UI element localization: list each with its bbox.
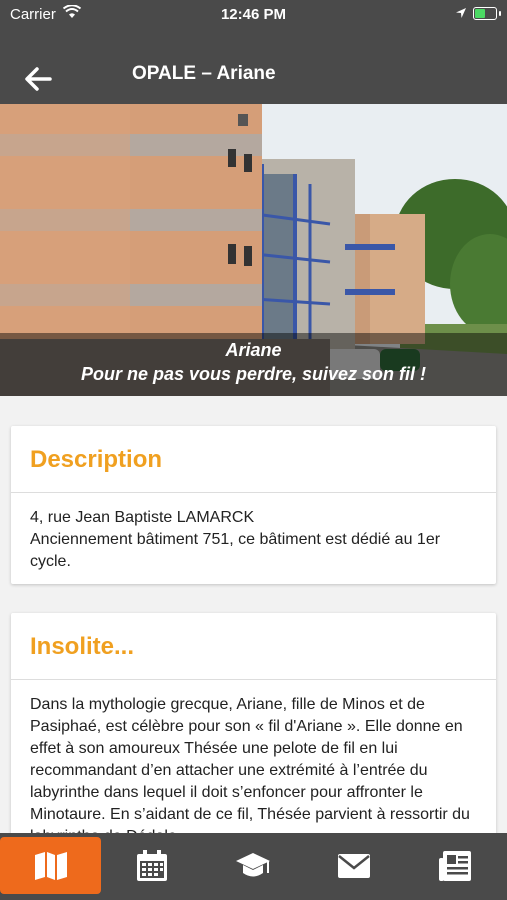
top-bar: Carrier 12:46 PM OPALE – Ariane [0,0,507,104]
back-arrow-icon[interactable] [22,62,56,96]
description-heading: Description [30,446,163,473]
building-photo: Ariane Pour ne pas vous perdre, suivez s… [0,104,507,396]
news-icon [438,850,471,881]
description-body: 4, rue Jean Baptiste LAMARCK Anciennemen… [11,493,496,587]
clock-label: 12:46 PM [220,6,287,23]
location-icon [455,6,467,23]
description-text: Anciennement bâtiment 751, ce bâtiment e… [30,531,441,570]
calendar-icon [136,849,167,881]
insolite-heading: Insolite... [30,633,135,660]
description-header: Description [11,426,496,493]
tab-news[interactable] [404,837,505,894]
address-text: 4, rue Jean Baptiste LAMARCK [30,509,255,526]
tab-map[interactable] [0,837,101,894]
map-icon [34,851,67,880]
insolite-card: Insolite... Dans la mythologie grecque, … [11,613,496,853]
graduation-cap-icon [235,852,270,876]
description-card: Description 4, rue Jean Baptiste LAMARCK… [11,426,496,584]
page-title: OPALE – Ariane [132,63,276,84]
insolite-header: Insolite... [11,613,496,680]
photo-caption: Ariane Pour ne pas vous perdre, suivez s… [0,333,507,396]
tab-calendar[interactable] [101,837,202,894]
mail-icon [337,853,370,878]
insolite-body: Dans la mythologie grecque, Ariane, fill… [30,696,470,845]
tab-mail[interactable] [303,837,404,894]
tab-bar [0,833,507,900]
caption-title: Ariane [225,340,282,360]
tab-education[interactable] [202,837,303,894]
status-bar: Carrier 12:46 PM [0,0,507,30]
caption-slogan: Pour ne pas vous perdre, suivez son fil … [80,364,427,384]
battery-icon [473,7,501,20]
